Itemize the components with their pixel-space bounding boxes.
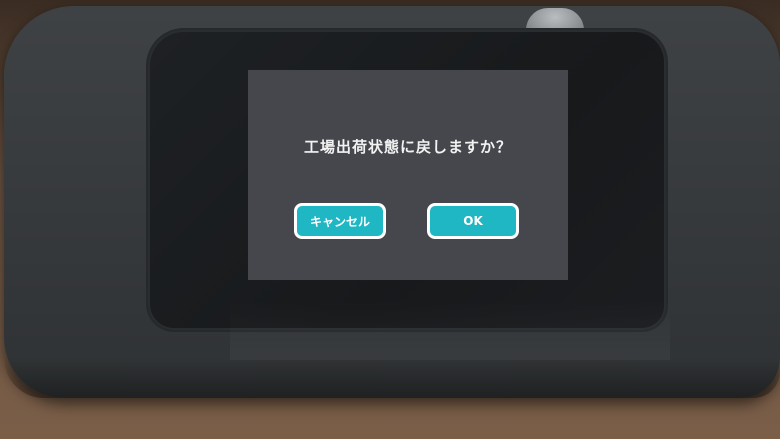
factory-reset-confirm-message: 工場出荷状態に戻しますか？: [303, 138, 512, 156]
device-screen: 工場出荷状態に戻しますか？ キャンセル OK: [248, 70, 568, 280]
cancel-button[interactable]: キャンセル: [294, 203, 386, 239]
device-edge: [4, 358, 780, 398]
ok-button[interactable]: OK: [427, 203, 519, 239]
